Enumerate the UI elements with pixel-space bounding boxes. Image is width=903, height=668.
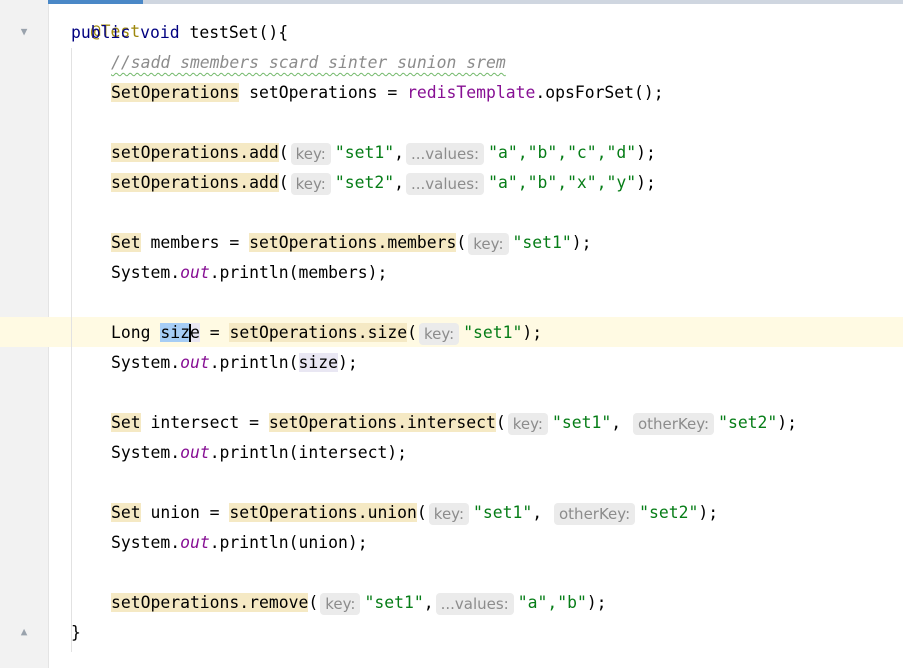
static-field: out <box>180 533 210 552</box>
code-text: .println(members); <box>209 263 388 282</box>
param-hint-key: key: <box>428 502 470 525</box>
string-literal: "set1" <box>473 503 533 522</box>
static-field: out <box>180 443 210 462</box>
method-call: setOperations.size <box>229 323 408 342</box>
static-field: out <box>180 353 210 372</box>
param-hint-key: key: <box>320 592 361 615</box>
method-call: setOperations.intersect <box>268 413 496 432</box>
indent-guide <box>71 48 72 652</box>
string-literal: "set1" <box>364 593 424 612</box>
param-hint-key: key: <box>468 232 509 255</box>
string-literals: "a","b","c","d" <box>488 143 637 162</box>
code-text: System. <box>111 263 181 282</box>
code-text: setOperations = <box>239 83 408 102</box>
field-name: redisTemplate <box>407 83 536 102</box>
method-call: setOperations.add <box>111 173 279 192</box>
param-hint-otherkey: otherKey: <box>554 502 636 525</box>
code-text: ); <box>337 353 358 372</box>
code-text: intersect = <box>140 413 269 432</box>
code-text: union = <box>140 503 230 522</box>
code-line-4[interactable]: Set members = setOperations.members(key:… <box>111 228 591 258</box>
param-hint-key: key: <box>507 412 548 435</box>
annotation-line[interactable]: @Test <box>71 0 140 41</box>
code-line-9[interactable]: System.out.println(intersect); <box>111 438 407 468</box>
string-literal: "set2" <box>639 503 699 522</box>
code-text: .opsForSet(); <box>535 83 664 102</box>
code-line-1[interactable]: SetOperations setOperations = redisTempl… <box>111 78 664 108</box>
code-text: System. <box>111 353 181 372</box>
type-name: SetOperations <box>111 83 240 102</box>
method-call: setOperations.remove <box>111 593 309 612</box>
code-line-8[interactable]: Set intersect = setOperations.intersect(… <box>111 408 797 438</box>
keyword-public: public <box>71 23 131 42</box>
type-name: Set <box>111 233 141 252</box>
code-line-10[interactable]: Set union = setOperations.union(key: "set… <box>111 498 718 528</box>
closing-brace-line[interactable]: } <box>71 618 81 648</box>
method-name: testSet <box>189 23 259 42</box>
param-hint-key: key: <box>418 322 460 345</box>
text-cursor <box>188 323 191 342</box>
code-text: members = <box>140 233 250 252</box>
code-line-2[interactable]: setOperations.add(key: "set1", ...values: "… <box>111 138 656 168</box>
string-literal: "set1" <box>463 323 523 342</box>
static-field: out <box>180 263 210 282</box>
code-text: .println(union); <box>209 533 368 552</box>
code-line-5[interactable]: System.out.println(members); <box>111 258 387 288</box>
code-line-11[interactable]: System.out.println(union); <box>111 528 368 558</box>
method-signature-line[interactable]: public void testSet(){ <box>71 18 288 48</box>
code-line-6[interactable]: Long size = setOperations.size(key: "set1… <box>111 318 542 348</box>
string-literals: "a","b" <box>517 593 587 612</box>
type-name: Set <box>111 413 141 432</box>
fold-end-icon[interactable]: ▲ <box>18 626 30 638</box>
comment-line[interactable]: //sadd smembers scard sinter sunion srem <box>111 48 506 78</box>
code-text: = <box>199 323 230 342</box>
method-call: setOperations.add <box>111 143 279 162</box>
string-literal: "set1" <box>512 233 572 252</box>
string-literal: "set1" <box>334 143 395 162</box>
fold-start-icon[interactable]: ▼ <box>18 26 30 38</box>
param-hint-values: ...values: <box>435 592 514 615</box>
code-line-12[interactable]: setOperations.remove(key: "set1", ...value… <box>111 588 607 618</box>
param-hint-values: ...values: <box>405 172 485 195</box>
code-text: System. <box>111 533 181 552</box>
param-hint-values: ...values: <box>405 142 485 165</box>
param-hint-key: key: <box>290 142 331 165</box>
keyword-void: void <box>140 23 180 42</box>
param-hint-otherkey: otherKey: <box>632 412 715 435</box>
string-literals: "a","b","x","y" <box>488 173 637 192</box>
string-literal: "set2" <box>718 413 778 432</box>
signature-paren: (){ <box>258 23 289 42</box>
code-line-3[interactable]: setOperations.add(key: "set2", ...values: "… <box>111 168 656 198</box>
closing-brace: } <box>71 623 81 642</box>
code-text: .println(intersect); <box>209 443 408 462</box>
method-call: setOperations.members <box>249 233 457 252</box>
code-text: .println( <box>209 353 299 372</box>
string-literal: "set2" <box>334 173 395 192</box>
type-name: Long <box>111 323 151 342</box>
code-comment: //sadd smembers scard sinter sunion srem <box>111 53 506 72</box>
editor-top-strip <box>48 0 903 4</box>
selected-variable: siz <box>160 323 190 342</box>
variable-usage: size <box>298 353 338 372</box>
string-literal: "set1" <box>551 413 612 432</box>
code-text: System. <box>111 443 181 462</box>
type-name: Set <box>111 503 141 522</box>
code-line-7[interactable]: System.out.println(size); <box>111 348 358 378</box>
variable-tail: e <box>189 323 200 342</box>
method-call: setOperations.union <box>229 503 417 522</box>
param-hint-key: key: <box>290 172 331 195</box>
